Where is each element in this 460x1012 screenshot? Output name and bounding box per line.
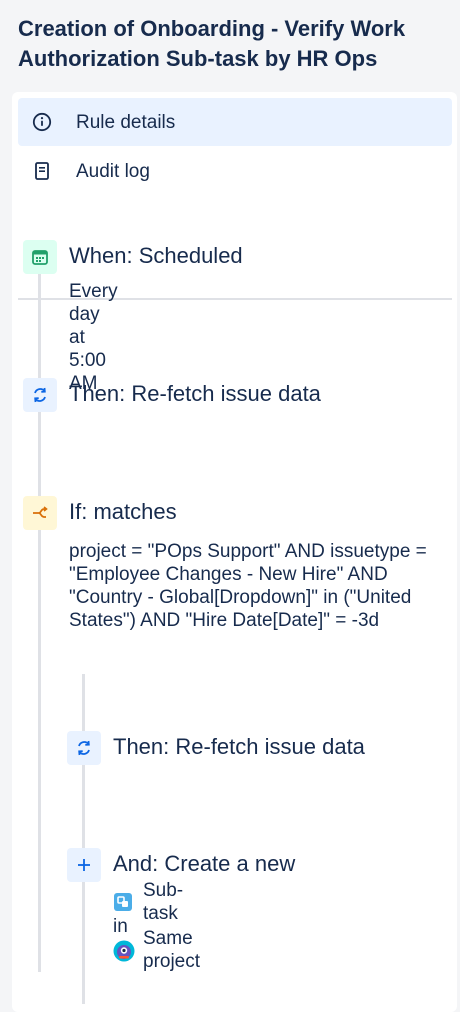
calendar-icon [23,240,57,274]
schedule-detail: Every day at 5:00 AM [69,281,118,394]
subtask-icon [113,892,133,912]
step-heading: Then: Re-fetch issue data [69,381,321,406]
nav-item-audit-log[interactable]: Audit log [18,147,452,195]
project-avatar-icon [113,940,135,962]
step-heading: When: Scheduled [69,243,243,268]
nav-item-label: Rule details [76,112,176,133]
nav-item-rule-details[interactable]: Rule details [18,98,452,146]
info-icon [32,112,52,132]
step-heading: And: Create a new [113,851,296,876]
project-row: Same project [113,928,200,972]
refresh-icon [23,378,57,412]
refresh-icon [67,731,101,765]
rule-panel: Rule details Audit log When: Scheduled E… [12,92,457,1012]
jql-condition: project = "POps Support" AND issuetype =… [69,541,427,631]
document-icon [32,161,52,181]
issue-type: Sub-task [143,880,184,924]
step-heading: If: matches [69,499,177,524]
step-heading: Then: Re-fetch issue data [113,734,365,759]
create-details: Sub-task in Same project [113,880,200,972]
branch-connector-line [82,674,85,1004]
flow-connector-line [38,272,41,972]
issue-type-row: Sub-task [113,880,200,924]
project-name: Same project [143,928,201,972]
branch-icon [23,496,57,530]
page-title: Creation of Onboarding - Verify Work Aut… [18,16,406,71]
plus-icon [67,848,101,882]
nav-item-label: Audit log [76,161,150,182]
